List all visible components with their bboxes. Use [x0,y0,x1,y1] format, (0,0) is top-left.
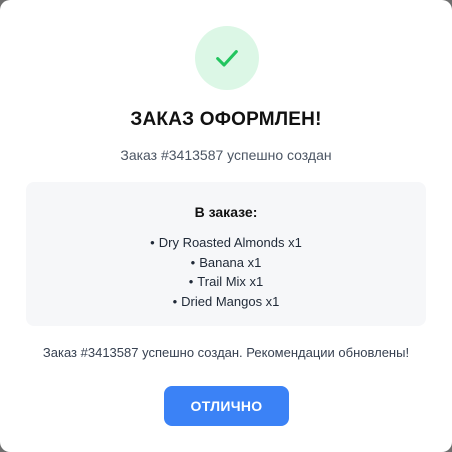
list-item: • Trail Mix x1 [188,274,264,289]
success-badge [195,26,259,90]
check-icon [216,50,238,67]
order-items-list: • Dry Roasted Almonds x1 • Banana x1 • Trai… [26,233,426,311]
order-created-subtitle: Заказ #3413587 успешно создан [120,147,332,163]
order-item-label: Dry Roasted Almonds x1 [158,235,302,250]
ok-button[interactable]: ОТЛИЧНО [164,386,289,426]
order-success-modal: ЗАКАЗ ОФОРМЛЕН! Заказ #3413587 успешно с… [0,0,452,452]
order-summary-box: В заказе: • Dry Roasted Almonds x1 • Banan… [26,182,426,326]
order-summary-heading: В заказе: [194,204,258,220]
order-item-label: Dried Mangos x1 [181,293,280,309]
list-item: • Dried Mangos x1 [172,293,280,309]
list-item: • Dry Roasted Almonds x1 [150,235,302,250]
order-item-label: Banana x1 [199,254,262,270]
list-item: • Banana x1 [190,254,262,270]
order-item-label: Trail Mix x1 [197,274,264,289]
modal-title: ЗАКАЗ ОФОРМЛЕН! [130,109,322,130]
recommendations-updated-message: Заказ #3413587 успешно создан. Рекоменда… [42,345,410,360]
